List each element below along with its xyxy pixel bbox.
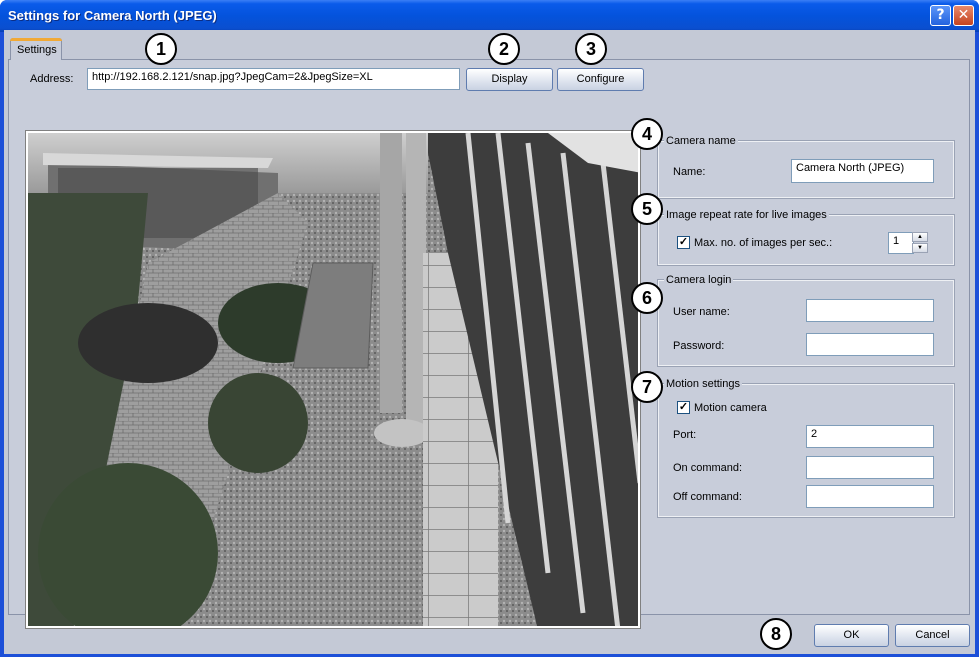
username-input[interactable] [806, 299, 934, 322]
dialog-body: Settings Address: http://192.168.2.121/s… [4, 30, 975, 654]
callout-badge-6: 6 [631, 282, 663, 314]
spin-down-icon[interactable]: ▼ [912, 243, 928, 253]
callout-badge-2: 2 [488, 33, 520, 65]
address-input[interactable]: http://192.168.2.121/snap.jpg?JpegCam=2&… [87, 68, 460, 90]
display-button[interactable]: Display [466, 68, 553, 91]
port-label: Port: [673, 429, 697, 441]
max-images-label: Max. no. of images per sec.: [694, 237, 833, 249]
callout-badge-7: 7 [631, 371, 663, 403]
off-command-label: Off command: [673, 491, 742, 503]
camera-name-group: Camera name Name: Camera North (JPEG) [657, 135, 955, 199]
settings-panel: Address: http://192.168.2.121/snap.jpg?J… [8, 59, 970, 629]
configure-button[interactable]: Configure [557, 68, 644, 91]
motion-settings-group-title: Motion settings [664, 378, 742, 390]
cancel-button[interactable]: Cancel [895, 624, 970, 647]
images-per-sec-input[interactable]: 1 [888, 232, 914, 254]
close-icon[interactable]: ✕ [953, 5, 974, 26]
dialog-window: Settings for Camera North (JPEG) ? ✕ Set… [0, 0, 979, 657]
camera-scene [28, 133, 638, 626]
callout-badge-5: 5 [631, 193, 663, 225]
ok-button[interactable]: OK [814, 624, 889, 647]
camera-login-group-title: Camera login [664, 274, 734, 286]
repeat-rate-group: Image repeat rate for live images ✓ Max.… [657, 209, 955, 266]
repeat-rate-group-title: Image repeat rate for live images [664, 209, 829, 221]
tab-settings[interactable]: Settings [10, 38, 62, 60]
camera-name-input[interactable]: Camera North (JPEG) [791, 159, 934, 183]
password-input[interactable] [806, 333, 934, 356]
motion-settings-group: Motion settings ✓ Motion camera Port: 2 … [657, 378, 955, 518]
help-icon[interactable]: ? [930, 5, 951, 26]
camera-live-image [25, 130, 641, 629]
name-label: Name: [673, 166, 706, 178]
images-per-sec-spinner[interactable]: 1 ▲ ▼ [888, 232, 931, 254]
max-images-checkbox[interactable]: ✓ [677, 236, 690, 249]
address-label: Address: [30, 73, 74, 85]
password-label: Password: [673, 340, 725, 352]
on-command-label: On command: [673, 462, 743, 474]
camera-name-group-title: Camera name [664, 135, 738, 147]
motion-camera-label: Motion camera [694, 402, 767, 414]
username-label: User name: [673, 306, 730, 318]
off-command-input[interactable] [806, 485, 934, 508]
callout-badge-4: 4 [631, 118, 663, 150]
camera-login-group: Camera login User name: Password: [657, 274, 955, 367]
port-input[interactable]: 2 [806, 425, 934, 448]
on-command-input[interactable] [806, 456, 934, 479]
motion-camera-checkbox[interactable]: ✓ [677, 401, 690, 414]
callout-badge-3: 3 [575, 33, 607, 65]
title-bar[interactable]: Settings for Camera North (JPEG) ? ✕ [0, 0, 979, 32]
callout-badge-8: 8 [760, 618, 792, 650]
callout-badge-1: 1 [145, 33, 177, 65]
spin-up-icon[interactable]: ▲ [912, 232, 928, 242]
tab-label: Settings [17, 44, 57, 56]
window-title: Settings for Camera North (JPEG) [8, 8, 217, 23]
